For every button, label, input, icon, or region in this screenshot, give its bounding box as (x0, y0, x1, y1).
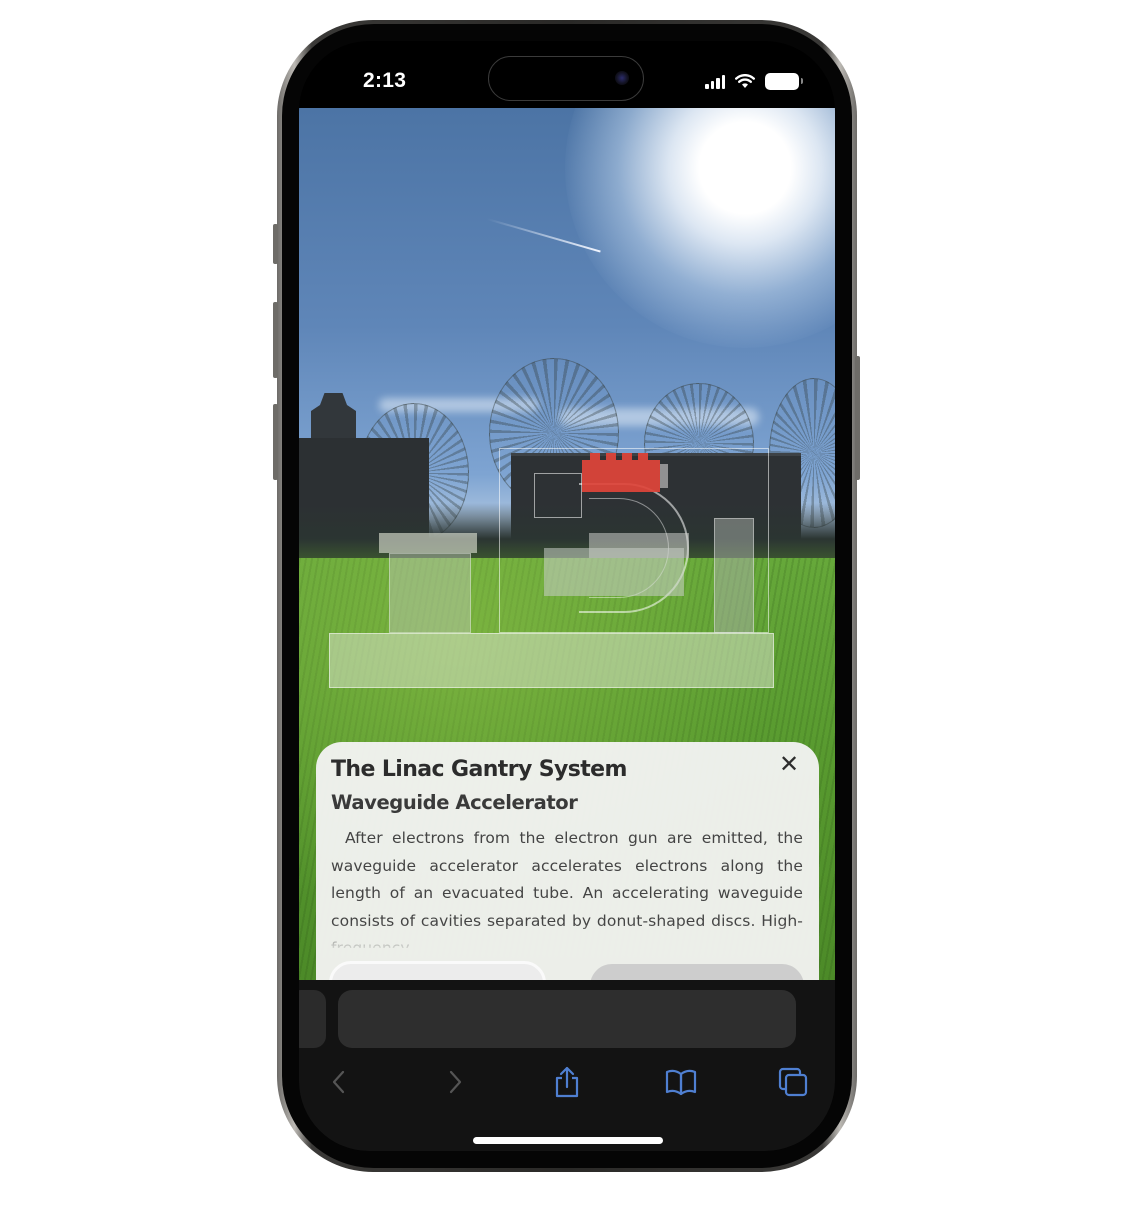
volume-up-button (273, 302, 278, 378)
share-button[interactable] (545, 1060, 589, 1104)
home-indicator[interactable] (473, 1137, 663, 1144)
card-body-text: After electrons from the electron gun ar… (331, 829, 803, 948)
book-icon (665, 1069, 697, 1096)
close-icon: ✕ (778, 750, 800, 778)
ar-camera-view[interactable]: The Linac Gantry System ✕ Waveguide Acce… (299, 108, 835, 980)
model-couch-top[interactable] (379, 533, 477, 553)
status-time: 2:13 (363, 69, 407, 92)
status-icons (705, 73, 803, 90)
chevron-right-icon (449, 1070, 462, 1094)
chevron-left-icon (332, 1070, 345, 1094)
card-title: The Linac Gantry System (331, 757, 627, 782)
phone-screen: 2:13 The Linac Gantry System ✕ Waveguide… (299, 41, 835, 1151)
dynamic-island (488, 56, 644, 101)
power-button (855, 356, 860, 480)
browser-toolbar (299, 1060, 835, 1104)
browser-forward-button[interactable] (433, 1060, 477, 1104)
share-icon (555, 1066, 579, 1098)
bookmarks-button[interactable] (659, 1060, 703, 1104)
next-button[interactable]: Next (590, 964, 804, 980)
sun-glare (565, 108, 835, 348)
action-button (273, 224, 278, 264)
back-button[interactable]: Back (329, 961, 546, 980)
close-button[interactable]: ✕ (775, 750, 803, 778)
model-gantry-stand[interactable] (714, 518, 754, 633)
cellular-signal-icon (705, 74, 725, 89)
browser-back-button[interactable] (317, 1060, 361, 1104)
model-base (329, 633, 774, 688)
model-treatment-head[interactable] (544, 548, 684, 596)
address-bar[interactable] (338, 990, 796, 1048)
battery-icon (765, 73, 803, 90)
card-subtitle: Waveguide Accelerator (331, 791, 578, 814)
previous-tab-preview[interactable] (299, 990, 326, 1048)
model-waveguide-highlighted[interactable] (582, 453, 668, 492)
card-body-scroll[interactable]: After electrons from the electron gun ar… (331, 825, 803, 948)
wifi-icon (735, 74, 755, 88)
tabs-icon (778, 1067, 808, 1097)
tabs-button[interactable] (771, 1060, 815, 1104)
browser-bottom-bar (299, 980, 835, 1151)
linac-gantry-model[interactable] (329, 438, 779, 688)
front-camera-icon (615, 71, 629, 85)
model-electron-gun[interactable] (534, 473, 582, 518)
model-treatment-couch[interactable] (389, 553, 471, 633)
volume-down-button (273, 404, 278, 480)
info-card: The Linac Gantry System ✕ Waveguide Acce… (316, 742, 819, 980)
